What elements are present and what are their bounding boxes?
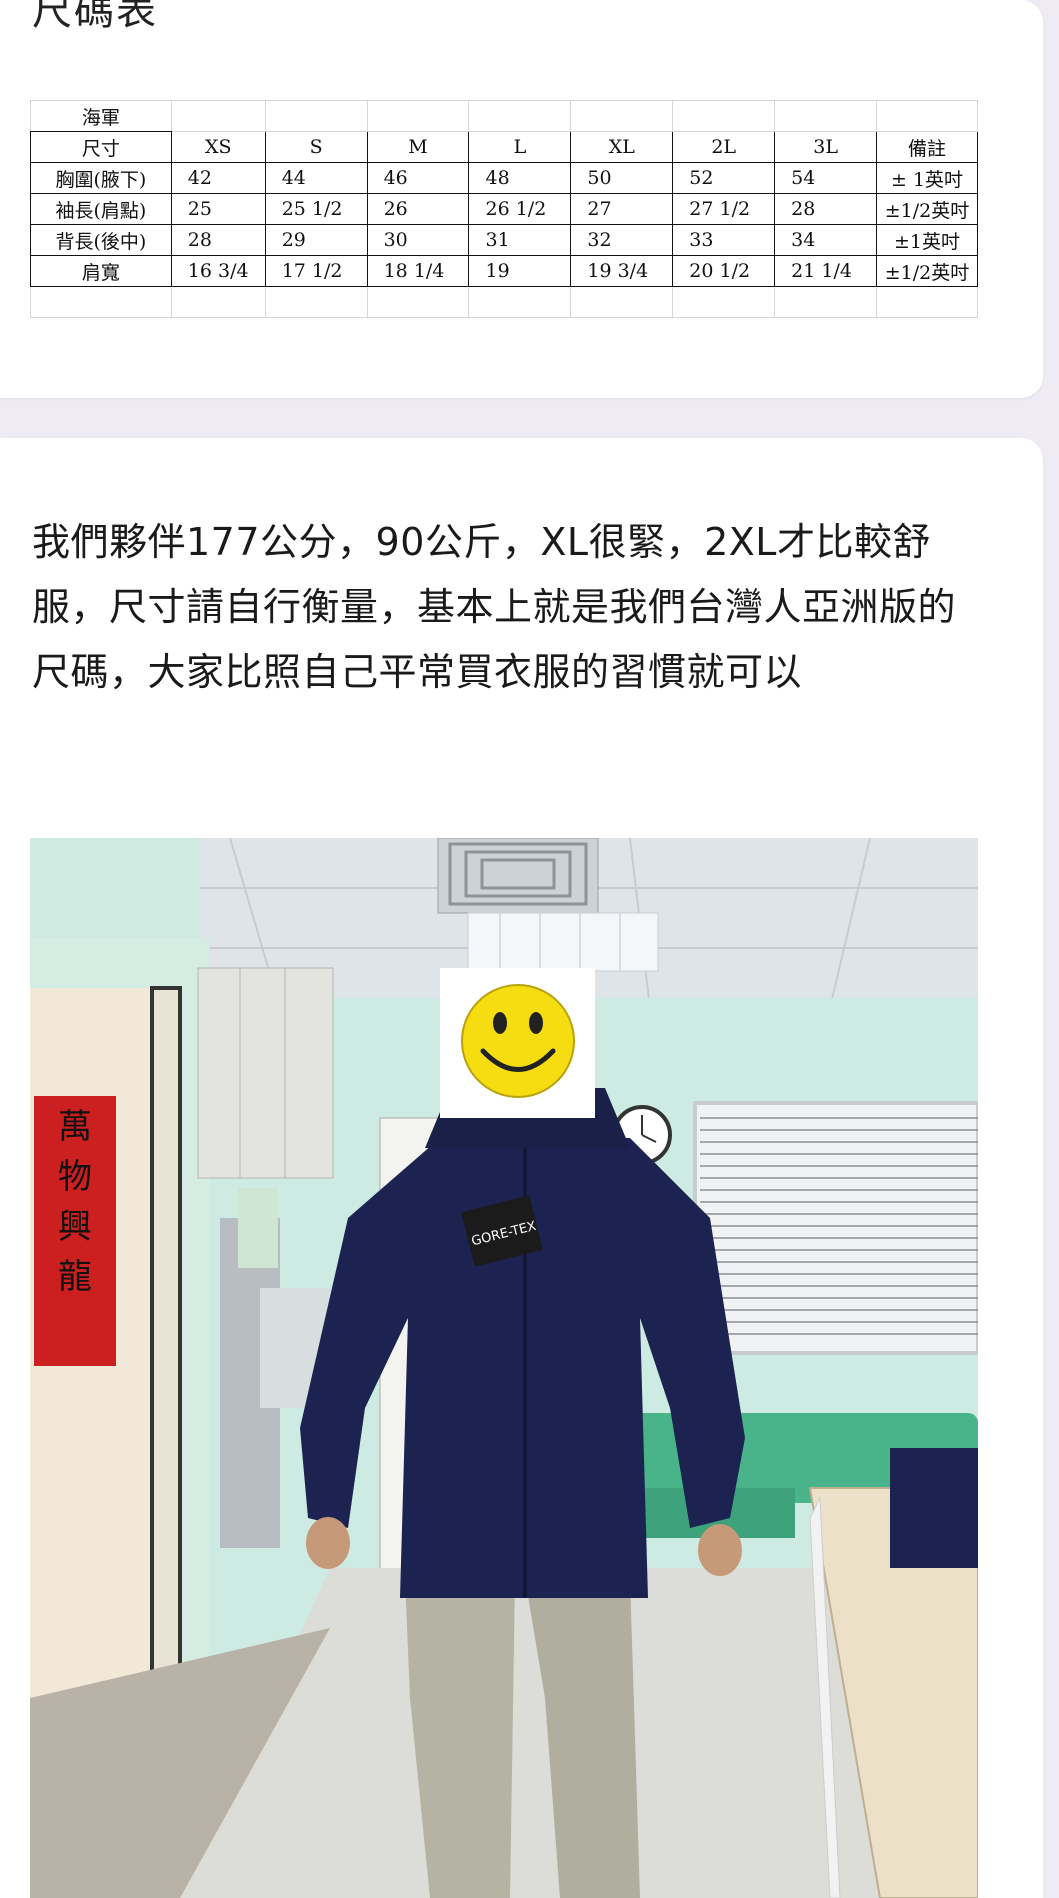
table-cell: 19 <box>468 255 572 287</box>
svg-text:興: 興 <box>58 1207 92 1247</box>
table-cell: ±1英吋 <box>876 224 978 256</box>
header-cell: XL <box>570 131 674 163</box>
table-cell: ±1/2英吋 <box>876 255 978 287</box>
group-label: 海軍 <box>30 100 172 132</box>
table-row: 胸圍(腋下) 42 44 46 48 50 52 54 ± 1英吋 <box>30 162 978 194</box>
table-cell: 27 1/2 <box>672 193 776 225</box>
table-cell: 50 <box>570 162 674 194</box>
table-row: 背長(後中) 28 29 30 31 32 33 34 ±1英吋 <box>30 224 978 256</box>
table-cell: 25 <box>170 193 266 225</box>
svg-text:物: 物 <box>58 1157 92 1197</box>
table-cell: 18 1/4 <box>366 255 470 287</box>
size-chart-heading: 尺碼表 <box>32 0 158 34</box>
table-cell: 肩寬 <box>30 255 172 287</box>
table-cell: ±1/2英吋 <box>876 193 978 225</box>
header-cell: 尺寸 <box>30 131 172 163</box>
table-cell: 30 <box>366 224 470 256</box>
header-cell: M <box>366 131 470 163</box>
table-cell: 胸圍(腋下) <box>30 162 172 194</box>
size-table: 海軍 尺寸 XS S M L XL 2L 3L 備註 胸圍(腋下) 42 44 … <box>30 100 978 318</box>
post-text: 我們夥伴177公分，90公斤，XL很緊，2XL才比較舒服，尺寸請自行衡量，基本上… <box>32 520 957 694</box>
table-cell: ± 1英吋 <box>876 162 978 194</box>
table-group-row: 海軍 <box>30 100 978 132</box>
table-cell: 26 1/2 <box>468 193 572 225</box>
table-cell: 31 <box>468 224 572 256</box>
table-cell: 42 <box>170 162 266 194</box>
table-cell: 29 <box>264 224 368 256</box>
product-photo[interactable]: 萬 物 興 龍 GORE-TEX <box>30 838 978 1898</box>
table-cell: 46 <box>366 162 470 194</box>
table-cell: 背長(後中) <box>30 224 172 256</box>
table-cell: 16 3/4 <box>170 255 266 287</box>
table-cell: 20 1/2 <box>672 255 776 287</box>
table-cell: 48 <box>468 162 572 194</box>
table-cell: 34 <box>774 224 878 256</box>
header-cell: L <box>468 131 572 163</box>
table-empty-row <box>30 286 978 318</box>
table-cell: 33 <box>672 224 776 256</box>
table-row: 袖長(肩點) 25 25 1/2 26 26 1/2 27 27 1/2 28 … <box>30 193 978 225</box>
table-cell: 44 <box>264 162 368 194</box>
banner-text: 萬 <box>58 1107 92 1147</box>
size-table-image: 海軍 尺寸 XS S M L XL 2L 3L 備註 胸圍(腋下) 42 44 … <box>30 100 978 322</box>
table-cell: 32 <box>570 224 674 256</box>
header-cell: 3L <box>774 131 878 163</box>
table-cell: 25 1/2 <box>264 193 368 225</box>
table-cell: 28 <box>774 193 878 225</box>
table-cell: 17 1/2 <box>264 255 368 287</box>
table-cell: 27 <box>570 193 674 225</box>
table-cell: 袖長(肩點) <box>30 193 172 225</box>
header-cell: 2L <box>672 131 776 163</box>
table-row: 肩寬 16 3/4 17 1/2 18 1/4 19 19 3/4 20 1/2… <box>30 255 978 287</box>
header-cell: 備註 <box>876 131 978 163</box>
table-header-row: 尺寸 XS S M L XL 2L 3L 備註 <box>30 131 978 163</box>
svg-text:龍: 龍 <box>58 1257 92 1297</box>
size-chart-card: 尺碼表 海軍 尺寸 XS S M L XL 2L 3L 備註 胸圍(腋下) 42… <box>0 0 1043 398</box>
table-cell: 21 1/4 <box>774 255 878 287</box>
header-cell: S <box>264 131 368 163</box>
header-cell: XS <box>170 131 266 163</box>
table-cell: 26 <box>366 193 470 225</box>
table-cell: 19 3/4 <box>570 255 674 287</box>
table-cell: 28 <box>170 224 266 256</box>
table-cell: 52 <box>672 162 776 194</box>
post-card: 我們夥伴177公分，90公斤，XL很緊，2XL才比較舒服，尺寸請自行衡量，基本上… <box>0 438 1043 1898</box>
table-cell: 54 <box>774 162 878 194</box>
